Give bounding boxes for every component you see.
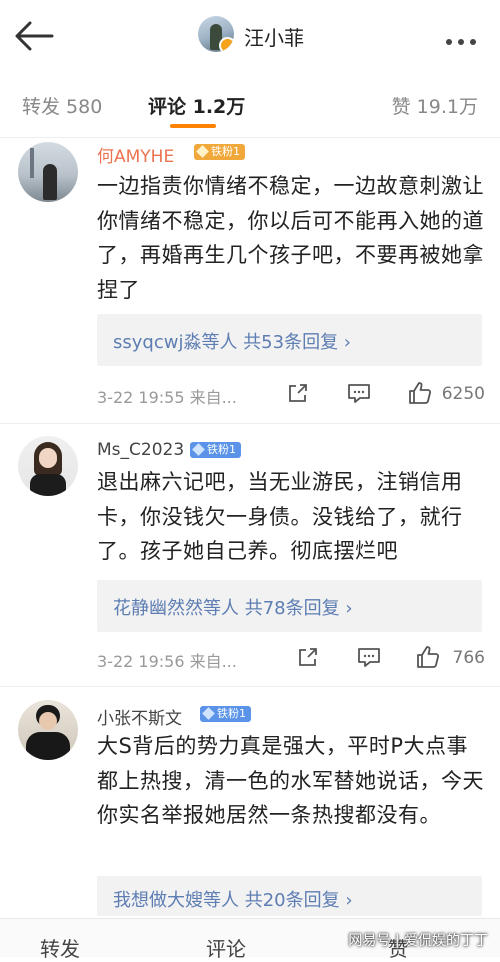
comment-time: 3-22 19:55 来自... bbox=[97, 388, 237, 407]
commenter-username[interactable]: 何AMYHE bbox=[97, 142, 174, 167]
reply-summary-box[interactable]: ssyqcwj淼等人 共53条回复 › bbox=[97, 314, 482, 366]
tab-repost[interactable]: 转发 580 bbox=[22, 92, 102, 119]
bottom-repost-button[interactable]: 转发 bbox=[40, 933, 80, 962]
comment-icon[interactable] bbox=[347, 382, 371, 404]
like-thumb-icon[interactable] bbox=[415, 644, 441, 670]
bottom-comment-button[interactable]: 评论 bbox=[206, 933, 246, 962]
like-thumb-icon[interactable] bbox=[407, 380, 433, 406]
back-arrow-icon[interactable] bbox=[12, 18, 56, 54]
tab-bar: 转发 580 评论 1.2万 赞 19.1万 bbox=[0, 72, 500, 138]
commenter-avatar[interactable] bbox=[18, 142, 78, 202]
top-bar: 汪小菲 bbox=[0, 0, 500, 72]
reply-summary-box[interactable]: 花静幽然然等人 共78条回复 › bbox=[97, 580, 482, 632]
comment-text: 一边指责你情绪不稳定，一边故意刺激让你情绪不稳定，你以后可不能再入她的道了，再婚… bbox=[97, 174, 484, 302]
like-count: 6250 bbox=[441, 384, 485, 404]
fan-badge: 铁粉1 bbox=[194, 144, 245, 160]
comment-text: 退出麻六记吧，当无业游民，注销信用卡，你没钱欠一身债。没钱给了，就行了。孩子她自… bbox=[97, 470, 463, 563]
comment-time: 3-22 19:56 来自... bbox=[97, 652, 237, 671]
comment-meta: 3-22 19:55 来自... 6250 bbox=[97, 380, 487, 410]
tab-like[interactable]: 赞 19.1万 bbox=[392, 92, 478, 119]
commenter-username[interactable]: 小张不斯文 bbox=[97, 704, 182, 729]
divider bbox=[0, 423, 500, 424]
commenter-avatar[interactable] bbox=[18, 436, 78, 496]
like-count: 766 bbox=[452, 648, 485, 668]
reply-summary-link[interactable]: 我想做大嫂等人 共20条回复 › bbox=[113, 886, 353, 912]
divider bbox=[0, 686, 500, 687]
comment-meta: 3-22 19:56 来自... 766 bbox=[97, 644, 487, 674]
reply-summary-link[interactable]: 花静幽然然等人 共78条回复 › bbox=[113, 594, 353, 620]
tab-comment[interactable]: 评论 1.2万 bbox=[148, 92, 245, 119]
fan-badge: 铁粉1 bbox=[190, 442, 241, 458]
fan-badge: 铁粉1 bbox=[200, 706, 251, 722]
fan-badge-icon bbox=[192, 443, 205, 456]
share-icon[interactable] bbox=[297, 646, 319, 668]
comment-text: 大S背后的势力真是强大，平时P大点事都上热搜，清一色的水军替她说话，今天你实名举… bbox=[97, 734, 484, 827]
active-tab-indicator bbox=[170, 124, 216, 128]
commenter-username[interactable]: Ms_C2023 bbox=[97, 440, 184, 460]
verified-badge-icon bbox=[219, 37, 234, 52]
commenter-avatar[interactable] bbox=[18, 700, 78, 760]
reply-summary-link[interactable]: ssyqcwj淼等人 共53条回复 › bbox=[113, 328, 351, 354]
fan-badge-icon bbox=[202, 707, 215, 720]
fan-badge-icon bbox=[196, 145, 209, 158]
reply-summary-box[interactable]: 我想做大嫂等人 共20条回复 › bbox=[97, 876, 482, 916]
watermark: 网易号 | 爱侃娱的丁丁 bbox=[348, 933, 488, 949]
comment-icon[interactable] bbox=[357, 646, 381, 668]
profile-avatar[interactable] bbox=[198, 16, 234, 52]
divider bbox=[0, 137, 500, 138]
share-icon[interactable] bbox=[287, 382, 309, 404]
profile-name[interactable]: 汪小菲 bbox=[244, 22, 304, 51]
more-options-icon[interactable] bbox=[446, 30, 486, 45]
